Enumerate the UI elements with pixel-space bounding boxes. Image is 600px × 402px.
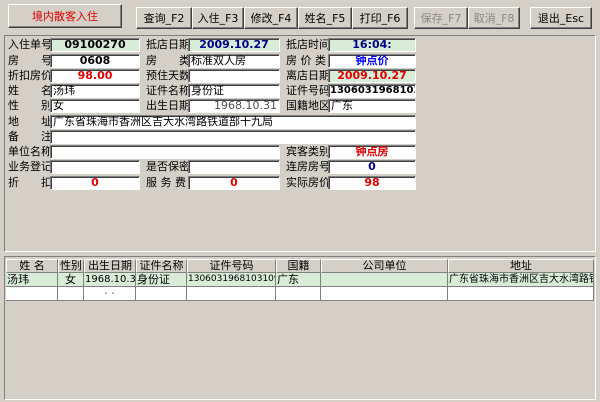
cell-id-no[interactable]: 130603196810310923 xyxy=(187,273,276,287)
column-header-nationality[interactable]: 国籍 xyxy=(276,259,321,273)
cell-name[interactable] xyxy=(6,287,58,301)
cell-address[interactable]: 广东省珠海市香洲区吉大水湾路铁 xyxy=(448,273,594,287)
checkin-no-label: 入住单号 xyxy=(8,38,52,51)
linked-rooms-field[interactable]: 0 xyxy=(328,160,416,174)
id-no-field[interactable]: 130603196810310923 xyxy=(328,84,416,98)
room-no-label: 房 号 xyxy=(8,54,52,67)
column-header-address[interactable]: 地址 xyxy=(448,259,594,273)
business-reg-field[interactable] xyxy=(50,160,140,174)
id-no-label: 证件号码 xyxy=(286,84,330,97)
cell-birth-date[interactable]: 1968.10.31 xyxy=(84,273,136,287)
remark-field[interactable] xyxy=(50,130,416,144)
company-label: 单位名称 xyxy=(8,145,52,158)
gender-field[interactable]: 女 xyxy=(50,99,140,113)
checkin-no-field[interactable]: 09100270 xyxy=(50,38,140,52)
nationality-field[interactable]: 广东 xyxy=(328,99,416,113)
modify-button[interactable]: 修改_F4 xyxy=(244,7,298,29)
cancel-button[interactable]: 取消_F8 xyxy=(468,7,520,29)
discount-price-label: 折扣房价 xyxy=(8,69,52,82)
column-header-gender[interactable]: 性别 xyxy=(58,259,84,273)
arrival-date-field[interactable]: 2009.10.27 xyxy=(188,38,280,52)
cell-name[interactable]: 汤玮 xyxy=(6,273,58,287)
actual-price-label: 实际房价 xyxy=(286,176,330,189)
cell-address[interactable] xyxy=(448,287,594,301)
cell-company[interactable] xyxy=(321,273,448,287)
query-button[interactable]: 查询_F2 xyxy=(136,7,192,29)
column-header-company[interactable]: 公司单位 xyxy=(321,259,448,273)
id-type-label: 证件名称 xyxy=(146,84,190,97)
departure-date-field[interactable]: 2009.10.27 xyxy=(328,69,416,83)
column-header-id-type[interactable]: 证件名称 xyxy=(136,259,187,273)
gender-label: 性 别 xyxy=(8,99,52,112)
cell-id-no[interactable] xyxy=(187,287,276,301)
column-header-name[interactable]: 姓 名 xyxy=(6,259,58,273)
departure-date-label: 离店日期 xyxy=(286,69,330,82)
cell-nationality[interactable] xyxy=(276,287,321,301)
print-button[interactable]: 打印_F6 xyxy=(352,7,408,29)
cell-gender[interactable] xyxy=(58,287,84,301)
address-label: 地 址 xyxy=(8,115,52,128)
arrival-time-label: 抵店时间 xyxy=(286,38,330,51)
cell-company[interactable] xyxy=(321,287,448,301)
room-price-type-field[interactable]: 钟点价 xyxy=(328,54,416,68)
birth-date-field[interactable]: 1968.10.31 xyxy=(188,99,280,113)
save-button[interactable]: 保存_F7 xyxy=(414,7,468,29)
guest-category-field[interactable]: 钟点房 xyxy=(328,145,416,159)
cell-id-type[interactable] xyxy=(136,287,187,301)
confidential-field[interactable] xyxy=(188,160,280,174)
cell-nationality[interactable]: 广东 xyxy=(276,273,321,287)
room-no-field[interactable]: 0608 xyxy=(50,54,140,68)
service-fee-field[interactable]: 0 xyxy=(188,176,280,190)
arrival-date-label: 抵店日期 xyxy=(146,38,190,51)
actual-price-field[interactable]: 98 xyxy=(328,176,416,190)
birth-date-label: 出生日期 xyxy=(146,99,190,112)
planned-days-field[interactable] xyxy=(188,69,280,83)
id-type-field[interactable]: 身份证 xyxy=(188,84,280,98)
linked-rooms-label: 连房房号 xyxy=(286,160,330,173)
column-header-id-no[interactable]: 证件号码 xyxy=(187,259,276,273)
cell-id-type[interactable]: 身份证 xyxy=(136,273,187,287)
discount-field[interactable]: 0 xyxy=(50,176,140,190)
name-button[interactable]: 姓名_F5 xyxy=(298,7,352,29)
confidential-label: 是否保密 xyxy=(146,160,190,173)
business-reg-label: 业务登记 xyxy=(8,160,52,173)
room-type-label: 房 类 xyxy=(146,54,190,67)
nationality-label: 国籍地区 xyxy=(286,99,330,112)
cell-gender[interactable]: 女 xyxy=(58,273,84,287)
window-title-badge: 境内散客入住 xyxy=(8,4,122,28)
guest-category-label: 宾客类别 xyxy=(286,145,330,158)
service-fee-label: 服 务 费 xyxy=(146,176,186,189)
discount-label: 折 扣 xyxy=(8,176,52,189)
address-field[interactable]: 广东省珠海市香洲区吉大水湾路铁道部十九局 xyxy=(50,115,416,129)
cell-birth-date[interactable]: · · xyxy=(84,287,136,301)
planned-days-label: 预住天数 xyxy=(146,69,190,82)
room-price-type-label: 房 价 类 xyxy=(286,54,326,67)
exit-button[interactable]: 退出_Esc xyxy=(530,7,592,29)
discount-price-field[interactable]: 98.00 xyxy=(50,69,140,83)
company-field[interactable] xyxy=(50,145,280,159)
remark-label: 备 注 xyxy=(8,130,52,143)
checkin-button[interactable]: 入住_F3 xyxy=(192,7,244,29)
arrival-time-field[interactable]: 16:04: xyxy=(328,38,416,52)
name-label: 姓 名 xyxy=(8,84,52,97)
column-header-birth-date[interactable]: 出生日期 xyxy=(84,259,136,273)
room-type-field[interactable]: 标准双人房 xyxy=(188,54,280,68)
name-field[interactable]: 汤玮 xyxy=(50,84,140,98)
